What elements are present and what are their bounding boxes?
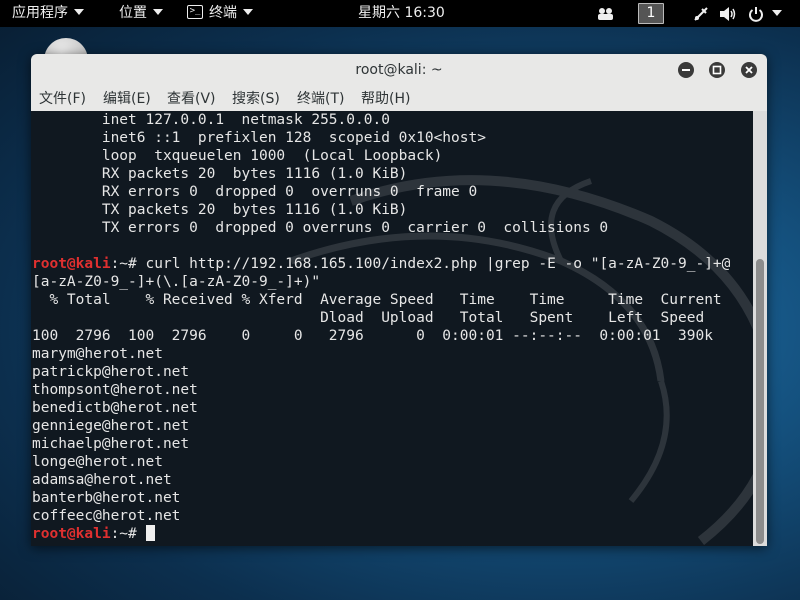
line-text: inet 127.0.0.1 netmask 255.0.0.0	[32, 112, 390, 128]
prompt-line: root@kali:~# curl http://192.168.165.100…	[32, 255, 730, 273]
line-text: coffeec@herot.net	[32, 508, 181, 524]
terminal-line: banterb@herot.net	[32, 489, 730, 507]
clock[interactable]: 星期六 16:30	[358, 0, 445, 27]
terminal-line: loop txqueuelen 1000 (Local Loopback)	[32, 147, 730, 165]
terminal-scrollbar[interactable]	[753, 111, 767, 546]
terminal-line: [a-zA-Z0-9_-]+(\.[a-zA-Z0-9_-]+)"	[32, 273, 730, 291]
menu-file[interactable]: 文件(F)	[39, 87, 86, 111]
terminal-line: RX errors 0 dropped 0 overruns 0 frame 0	[32, 183, 730, 201]
menu-edit[interactable]: 编辑(E)	[103, 87, 151, 111]
terminal-line: adamsa@herot.net	[32, 471, 730, 489]
terminal-line: longe@herot.net	[32, 453, 730, 471]
prompt-suffix: :~#	[110, 256, 146, 272]
apps-icon[interactable]	[597, 0, 615, 27]
power-icon[interactable]	[748, 0, 764, 27]
prompt-user: root@kali	[32, 256, 111, 272]
applications-menu[interactable]: 应用程序	[12, 0, 84, 27]
terminal-icon: >_	[187, 5, 203, 19]
line-text: patrickp@herot.net	[32, 364, 190, 380]
menu-view[interactable]: 查看(V)	[167, 87, 216, 111]
title-bar[interactable]: root@kali: ~	[31, 54, 767, 88]
menu-terminal[interactable]: 终端(T)	[297, 87, 344, 111]
menu-search[interactable]: 搜索(S)	[232, 87, 280, 111]
chevron-down-icon	[153, 9, 163, 15]
chevron-down-icon	[74, 9, 84, 15]
line-text: [a-zA-Z0-9_-]+(\.[a-zA-Z0-9_-]+)"	[32, 274, 321, 290]
terminal-app-label: 终端	[209, 5, 237, 21]
line-text: TX packets 20 bytes 1116 (1.0 KiB)	[32, 202, 408, 218]
terminal-line: patrickp@herot.net	[32, 363, 730, 381]
network-icon[interactable]	[693, 0, 709, 27]
workspace-indicator[interactable]: 1	[638, 3, 664, 24]
line-text: Dload Upload Total Spent Left Speed	[32, 310, 705, 326]
chevron-down-icon[interactable]	[772, 0, 782, 27]
volume-icon[interactable]	[719, 0, 737, 27]
line-text: thompsont@herot.net	[32, 382, 198, 398]
places-label: 位置	[119, 5, 147, 21]
terminal-line: thompsont@herot.net	[32, 381, 730, 399]
terminal-line: Dload Upload Total Spent Left Speed	[32, 309, 730, 327]
line-text: RX packets 20 bytes 1116 (1.0 KiB)	[32, 166, 408, 182]
text-cursor	[145, 525, 155, 541]
terminal-line: benedictb@herot.net	[32, 399, 730, 417]
terminal-line: RX packets 20 bytes 1116 (1.0 KiB)	[32, 165, 730, 183]
prompt-line: root@kali:~#	[32, 525, 730, 543]
line-text: banterb@herot.net	[32, 490, 181, 506]
line-text: loop txqueuelen 1000 (Local Loopback)	[32, 148, 443, 164]
line-text: benedictb@herot.net	[32, 400, 198, 416]
terminal-line: TX packets 20 bytes 1116 (1.0 KiB)	[32, 201, 730, 219]
line-text: marym@herot.net	[32, 346, 163, 362]
scrollbar-thumb[interactable]	[756, 259, 764, 544]
line-text: michaelp@herot.net	[32, 436, 190, 452]
chevron-down-icon	[243, 9, 253, 15]
menu-bar: 文件(F) 编辑(E) 查看(V) 搜索(S) 终端(T) 帮助(H)	[31, 87, 767, 112]
prompt-user: root@kali	[32, 526, 111, 542]
line-text: longe@herot.net	[32, 454, 163, 470]
terminal-line: genniege@herot.net	[32, 417, 730, 435]
line-text: genniege@herot.net	[32, 418, 190, 434]
line-text: RX errors 0 dropped 0 overruns 0 frame 0	[32, 184, 478, 200]
terminal-line: marym@herot.net	[32, 345, 730, 363]
terminal-app-menu[interactable]: >_ 终端	[187, 0, 253, 27]
line-text: adamsa@herot.net	[32, 472, 172, 488]
terminal-line: TX errors 0 dropped 0 overruns 0 carrier…	[32, 219, 730, 237]
terminal-line: inet6 ::1 prefixlen 128 scopeid 0x10<hos…	[32, 129, 730, 147]
menu-help[interactable]: 帮助(H)	[361, 87, 410, 111]
top-bar: 应用程序 位置 >_ 终端 星期六 16:30 1	[0, 0, 800, 27]
maximize-button[interactable]	[709, 62, 725, 78]
terminal-line: michaelp@herot.net	[32, 435, 730, 453]
window-title: root@kali: ~	[355, 62, 443, 78]
terminal-lines: inet 127.0.0.1 netmask 255.0.0.0 inet6 :…	[32, 111, 730, 543]
line-text: TX errors 0 dropped 0 overruns 0 carrier…	[32, 220, 609, 236]
line-text: inet6 ::1 prefixlen 128 scopeid 0x10<hos…	[32, 130, 486, 146]
applications-label: 应用程序	[12, 5, 68, 21]
prompt-suffix: :~#	[110, 526, 146, 542]
line-text: % Total % Received % Xferd Average Speed…	[32, 292, 722, 308]
line-text: 100 2796 100 2796 0 0 2796 0 0:00:01 --:…	[32, 328, 713, 344]
minimize-button[interactable]	[678, 62, 694, 78]
terminal-line: % Total % Received % Xferd Average Speed…	[32, 291, 730, 309]
terminal-line: inet 127.0.0.1 netmask 255.0.0.0	[32, 111, 730, 129]
terminal-line: 100 2796 100 2796 0 0 2796 0 0:00:01 --:…	[32, 327, 730, 345]
line-text: curl http://192.168.165.100/index2.php |…	[145, 256, 731, 272]
places-menu[interactable]: 位置	[119, 0, 163, 27]
terminal-window: root@kali: ~ 文件(F) 编辑(E) 查看(V) 搜索(S) 终端(…	[31, 54, 767, 546]
terminal-line: coffeec@herot.net	[32, 507, 730, 525]
close-button[interactable]	[741, 62, 757, 78]
terminal-output-area[interactable]: inet 127.0.0.1 netmask 255.0.0.0 inet6 :…	[31, 111, 753, 546]
